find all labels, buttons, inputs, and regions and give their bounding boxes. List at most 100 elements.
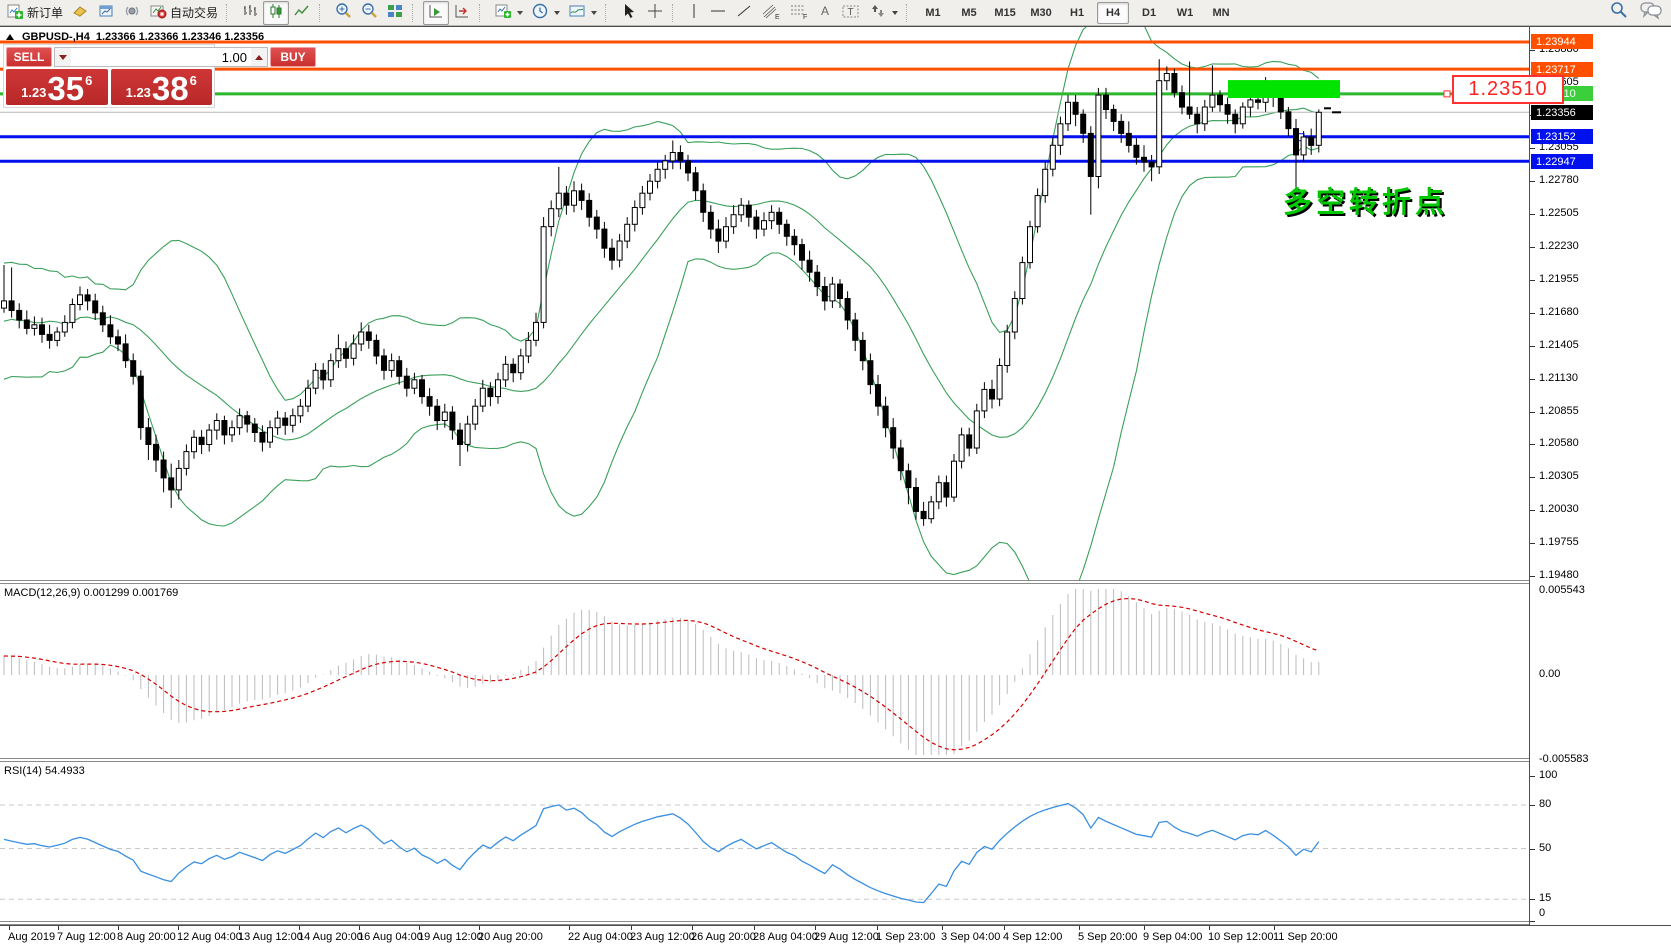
line-chart-mode-button[interactable] [289,1,315,25]
price-tick-label: 1.22780 [1539,174,1579,186]
cursor-tool-button[interactable] [616,1,642,25]
rsi-tick-label: 50 [1539,842,1551,854]
price-tick-label: 1.19755 [1539,536,1579,548]
time-tick [1209,926,1210,930]
axis-tick [1530,379,1535,380]
toolbar-separator [226,4,234,22]
axis-tick [1530,313,1535,314]
horizontal-line-icon [709,2,727,23]
axis-tick [1530,543,1535,544]
sell-price-display[interactable]: 1.23 35 6 [6,69,108,105]
price-badge: 1.23356 [1531,105,1593,120]
template-icon [568,2,586,23]
new-chart-button[interactable] [490,1,527,25]
timeframe-button-m15[interactable]: M15 [989,2,1021,24]
timeframe-button-w1[interactable]: W1 [1169,2,1201,24]
auto-scroll-button[interactable] [423,1,449,25]
volume-decrease-button[interactable] [55,48,71,66]
templates-button[interactable] [564,1,601,25]
chat-icon[interactable] [1639,0,1663,25]
search-icon[interactable] [1609,0,1629,25]
periods-button[interactable] [527,1,564,25]
time-tick-label: 20 Aug 20:00 [478,931,543,943]
timeframe-button-m1[interactable]: M1 [917,2,949,24]
toolbar-separator [605,4,613,22]
buy-price-display[interactable]: 1.23 38 6 [111,69,213,105]
crosshair-tool-button[interactable] [642,1,668,25]
new-order-button[interactable]: 新订单 [2,1,67,25]
vertical-line-tool-button[interactable] [683,1,705,25]
fibonacci-icon: F [789,2,809,23]
toolbar-separator [412,4,420,22]
timeframe-button-d1[interactable]: D1 [1133,2,1165,24]
timeframe-button-mn[interactable]: MN [1205,2,1237,24]
fibonacci-tool-button[interactable]: F [785,1,813,25]
trendline-tool-button[interactable] [731,1,757,25]
axis-tick [1530,899,1535,900]
channel-tool-button[interactable]: E [757,1,785,25]
label-icon: T [841,2,861,23]
signal-icon [123,2,141,23]
trendline-icon [735,2,753,23]
channel-icon: E [761,2,781,23]
candlestick-mode-button[interactable] [263,1,289,25]
price-tick-label: 1.20030 [1539,503,1579,515]
bar-chart-mode-button[interactable] [237,1,263,25]
macd-tick-label: 0.005543 [1539,584,1585,596]
macd-values: 0.001299 0.001769 [83,587,178,599]
caret-up-icon [255,55,263,60]
time-tick [1274,926,1275,930]
signal-button[interactable] [119,1,145,25]
time-tick [942,926,943,930]
chart-shift-button[interactable] [449,1,475,25]
text-icon-letter: A [821,4,829,18]
horizontal-line-tool-button[interactable] [705,1,731,25]
price-axis[interactable]: 1.238801.236051.233301.230551.227801.225… [1529,27,1671,925]
line-chart-icon [293,2,311,23]
time-tick-label: 9 Sep 04:00 [1143,931,1202,943]
vertical-line-icon [687,2,701,23]
volume-increase-button[interactable] [251,48,267,66]
timeframe-button-h1[interactable]: H1 [1061,2,1093,24]
text-tool-button[interactable]: A [813,1,837,25]
volume-input[interactable] [71,48,251,66]
axis-tick [1530,776,1535,777]
axis-tick [1530,280,1535,281]
chart-window[interactable]: GBPUSD-,H4 1.23366 1.23366 1.23346 1.233… [0,26,1671,948]
callout-handle[interactable] [1444,91,1450,97]
text-icon: A [817,2,833,23]
rsi-pane[interactable] [0,763,1529,922]
buy-button[interactable]: BUY [270,47,316,67]
pane-splitter[interactable] [0,758,1671,762]
highlight-rectangle[interactable] [1228,80,1340,98]
time-axis[interactable]: Aug 20197 Aug 12:008 Aug 20:0012 Aug 04:… [0,925,1671,948]
main-price-pane[interactable] [0,27,1529,580]
collapse-panel-icon[interactable] [6,34,14,40]
price-badge: 1.22947 [1531,154,1593,169]
label-tool-button[interactable]: T [837,1,865,25]
arrows-tool-button[interactable] [865,1,902,25]
macd-pane[interactable] [0,585,1529,758]
turning-point-annotation[interactable]: 多空转折点 [1283,179,1448,221]
market-watch-icon [71,2,89,23]
zoom-out-button[interactable] [356,1,382,25]
axis-tick [1530,412,1535,413]
time-tick-label: 19 Aug 12:00 [418,931,483,943]
timeframe-button-h4[interactable]: H4 [1097,2,1129,24]
cursor-icon [620,2,638,23]
time-tick [1004,926,1005,930]
zoom-in-button[interactable] [330,1,356,25]
price-callout-box[interactable]: 1.23510 [1452,75,1564,104]
price-tick-label: 1.21955 [1539,273,1579,285]
time-tick [178,926,179,930]
auto-trading-button[interactable]: 自动交易 [145,1,222,25]
timeframe-button-m30[interactable]: M30 [1025,2,1057,24]
chart-window-button[interactable] [93,1,119,25]
timeframe-button-m5[interactable]: M5 [953,2,985,24]
pane-splitter[interactable] [0,580,1671,584]
time-tick [299,926,300,930]
sell-button[interactable]: SELL [6,47,52,67]
axis-tick [1530,181,1535,182]
market-watch-button[interactable] [67,1,93,25]
tile-windows-button[interactable] [382,1,408,25]
